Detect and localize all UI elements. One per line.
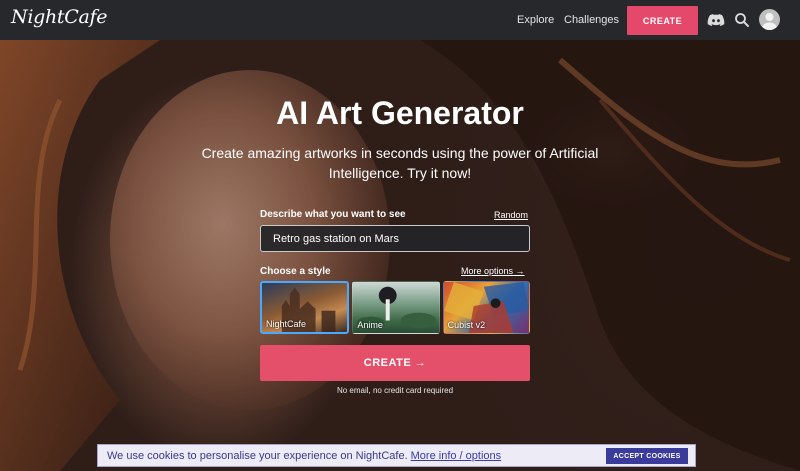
user-avatar-icon[interactable] xyxy=(759,9,780,30)
discord-icon[interactable] xyxy=(707,11,725,29)
style-label-nightcafe: NightCafe xyxy=(266,319,307,329)
page-title: AI Art Generator xyxy=(276,95,524,131)
style-label: Choose a style xyxy=(260,266,331,277)
cookie-text: We use cookies to personalise your exper… xyxy=(107,449,408,462)
style-option-anime[interactable]: Anime xyxy=(352,281,440,334)
prompt-label: Describe what you want to see xyxy=(260,209,406,220)
no-signup-note: No email, no credit card required xyxy=(336,386,454,395)
nav-explore-link[interactable]: Explore xyxy=(517,14,554,26)
style-option-cubist[interactable]: Cubist v2 xyxy=(442,281,530,334)
top-navbar: NightCafe Explore Challenges CREATE xyxy=(0,0,800,40)
cookie-banner: We use cookies to personalise your exper… xyxy=(97,444,696,467)
nav-challenges-link[interactable]: Challenges xyxy=(564,14,619,26)
hero-subtitle: Create amazing artworks in seconds using… xyxy=(201,145,599,181)
style-picker: NightCafe Anime Cubist v2 xyxy=(260,281,530,334)
nav-create-button[interactable]: CREATE xyxy=(627,6,698,35)
accept-cookies-button[interactable]: ACCEPT COOKIES xyxy=(606,448,688,464)
prompt-input[interactable]: Retro gas station on Mars xyxy=(260,225,530,252)
cookie-info-link[interactable]: More info / options xyxy=(411,450,502,462)
search-icon[interactable] xyxy=(733,11,751,29)
nightcafe-logo[interactable]: NightCafe xyxy=(11,6,107,28)
style-label-anime: Anime xyxy=(357,320,383,330)
more-options-link[interactable]: More options → xyxy=(461,266,525,276)
create-button[interactable]: CREATE → xyxy=(260,345,530,381)
style-label-cubist: Cubist v2 xyxy=(447,320,486,330)
random-prompt-link[interactable]: Random xyxy=(494,210,528,220)
style-option-nightcafe[interactable]: NightCafe xyxy=(260,281,350,334)
